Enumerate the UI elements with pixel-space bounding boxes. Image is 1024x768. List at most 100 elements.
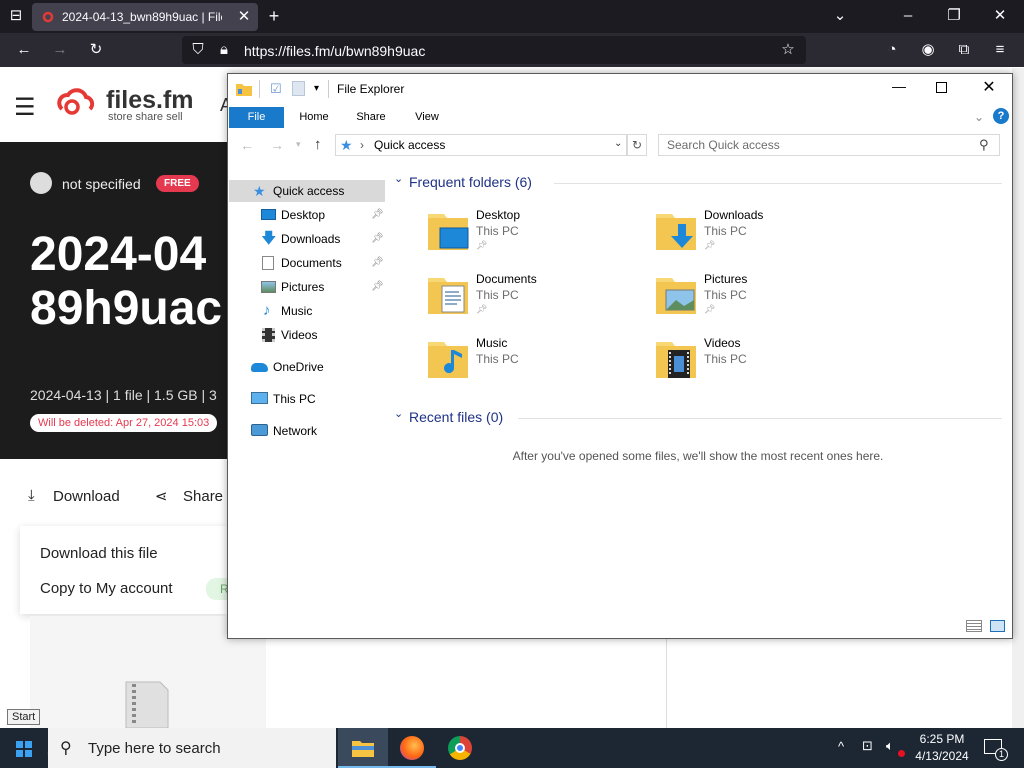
qat-dropdown-icon[interactable]: ▾	[314, 83, 319, 94]
collapse-chevron-icon[interactable]: ⌄	[394, 172, 403, 185]
large-icons-view-icon[interactable]	[990, 620, 1005, 632]
up-arrow-icon[interactable]: ↑	[314, 136, 322, 153]
url-text[interactable]: https://files.fm/u/bwn89h9uac	[244, 43, 425, 59]
share-icon[interactable]: ⋖	[155, 487, 168, 505]
pin-icon[interactable]: 📌︎	[371, 228, 384, 250]
nav-quick-access[interactable]: ★ Quick access	[229, 180, 385, 202]
page-scrollbar[interactable]	[1012, 68, 1024, 728]
filesfm-logo-icon[interactable]	[52, 87, 104, 121]
back-arrow-icon[interactable]: ←	[240, 137, 254, 153]
download-icon[interactable]: ⤓	[28, 487, 35, 504]
collapse-chevron-icon[interactable]: ⌄	[394, 407, 403, 420]
chevron-down-icon[interactable]: ⌄	[830, 6, 850, 26]
ribbon-tab-share[interactable]: Share	[348, 107, 394, 128]
pin-icon: 📌︎	[476, 240, 488, 250]
pin-icon[interactable]: 📌︎	[371, 252, 384, 274]
folder-tile-downloads[interactable]: Downloads This PC 📌︎	[654, 208, 854, 256]
folder-tile-videos[interactable]: Videos This PC	[654, 336, 854, 384]
nav-label: Downloads	[281, 232, 341, 246]
details-view-icon[interactable]	[966, 620, 982, 632]
share-button[interactable]: Share	[183, 488, 223, 505]
url-bar[interactable]: ⛉ 🔒︎ https://files.fm/u/bwn89h9uac ☆	[182, 36, 806, 64]
download-button[interactable]: Download	[53, 488, 120, 505]
reload-icon[interactable]: ↻	[86, 40, 106, 60]
recent-locations-icon[interactable]: ▾	[296, 139, 301, 150]
new-tab-icon[interactable]: +	[264, 6, 284, 26]
folder-tile-documents[interactable]: Documents This PC 📌︎	[426, 272, 626, 320]
divider	[666, 639, 667, 728]
close-icon[interactable]: ✕	[978, 77, 1000, 97]
account-icon[interactable]: ◉	[918, 40, 938, 60]
frequent-folders-header[interactable]: Frequent folders (6)	[409, 174, 532, 190]
lock-icon[interactable]: 🔒︎	[214, 40, 234, 60]
tab-list-icon[interactable]: ⊟	[6, 6, 26, 26]
refresh-icon[interactable]: ↻	[627, 134, 647, 156]
expand-ribbon-icon[interactable]: ⌄	[974, 110, 984, 124]
quick-access-star-icon: ★	[253, 183, 266, 199]
nav-item-documents[interactable]: Documents 📌︎	[229, 252, 385, 274]
taskbar-file-explorer[interactable]	[338, 728, 388, 768]
folder-tile-pictures[interactable]: Pictures This PC 📌︎	[654, 272, 854, 320]
restore-icon[interactable]: ❐	[944, 6, 964, 26]
nav-this-pc[interactable]: This PC	[229, 388, 385, 410]
volume-muted-icon[interactable]: 🔈︎	[886, 738, 894, 754]
address-text[interactable]: Quick access	[374, 138, 445, 152]
desktop-folder-icon	[428, 214, 469, 250]
help-icon[interactable]: ?	[993, 108, 1009, 124]
copy-to-account-item[interactable]: Copy to My account	[40, 580, 173, 597]
extension-timer-icon[interactable]: ◔	[882, 40, 902, 60]
properties-icon[interactable]: ☑	[270, 81, 282, 97]
back-arrow-icon[interactable]: ←	[14, 40, 34, 60]
nav-label: Documents	[281, 256, 342, 270]
owner-name: not specified	[62, 176, 141, 192]
clock-date[interactable]: 4/13/2024	[906, 749, 978, 763]
bookmark-star-icon[interactable]: ☆	[778, 40, 798, 60]
taskbar-search-box[interactable]: ⚲ Type here to search	[48, 728, 336, 768]
ribbon-tab-home[interactable]: Home	[291, 107, 337, 128]
pin-icon[interactable]: 📌︎	[371, 204, 384, 226]
recent-files-header[interactable]: Recent files (0)	[409, 409, 503, 425]
clock-time[interactable]: 6:25 PM	[912, 732, 972, 746]
taskbar-firefox[interactable]	[388, 728, 436, 768]
nav-item-pictures[interactable]: Pictures 📌︎	[229, 276, 385, 298]
folder-tile-desktop[interactable]: Desktop This PC 📌︎	[426, 208, 626, 256]
breadcrumb-chevron-icon: ›	[360, 138, 364, 152]
folder-name: Pictures	[704, 272, 748, 286]
nav-label: Pictures	[281, 280, 325, 294]
folder-tile-music[interactable]: Music This PC	[426, 336, 626, 384]
nav-item-downloads[interactable]: 🡇 Downloads 📌︎	[229, 228, 385, 250]
minimize-icon[interactable]: –	[898, 6, 918, 26]
address-bar[interactable]: ★ › Quick access ⌄	[335, 134, 627, 156]
menu-icon[interactable]: ≡	[990, 40, 1010, 60]
search-icon[interactable]: ⚲	[979, 137, 989, 153]
forward-arrow-icon[interactable]: →	[270, 137, 284, 153]
notification-count-badge: 1	[995, 748, 1008, 761]
download-this-file-item[interactable]: Download this file	[40, 545, 158, 562]
nav-item-music[interactable]: ♪ Music	[229, 300, 385, 322]
nav-onedrive[interactable]: OneDrive	[229, 356, 385, 378]
nav-network[interactable]: Network	[229, 420, 385, 442]
search-box[interactable]: Search Quick access ⚲	[658, 134, 1000, 156]
ribbon-tab-view[interactable]: View	[404, 107, 450, 128]
hamburger-menu-icon[interactable]: ☰	[14, 93, 36, 122]
close-window-icon[interactable]: ✕	[990, 6, 1010, 26]
new-folder-icon[interactable]	[292, 81, 305, 96]
extensions-icon[interactable]: ⧉	[954, 40, 974, 60]
forward-arrow-icon[interactable]: →	[50, 40, 70, 60]
taskbar-chrome[interactable]	[436, 728, 484, 768]
network-icon[interactable]: ⊡	[862, 738, 873, 754]
filesfm-favicon	[42, 11, 54, 23]
tray-chevron-up-icon[interactable]: ^	[838, 739, 844, 754]
downloads-folder-icon	[656, 214, 696, 250]
browser-tab[interactable]: 2024-04-13_bwn89h9uac | Files.f ✕	[32, 3, 258, 31]
tab-close-icon[interactable]: ✕	[234, 7, 254, 27]
minimize-icon[interactable]: —	[888, 78, 910, 94]
address-dropdown-icon[interactable]: ⌄	[614, 138, 622, 149]
maximize-icon[interactable]	[936, 82, 947, 93]
nav-item-videos[interactable]: Videos	[229, 324, 385, 346]
pin-icon[interactable]: 📌︎	[371, 276, 384, 298]
windows-start-icon[interactable]	[16, 741, 32, 757]
ribbon-tab-file[interactable]: File	[229, 107, 284, 128]
nav-item-desktop[interactable]: Desktop 📌︎	[229, 204, 385, 226]
shield-icon[interactable]: ⛉	[188, 40, 208, 60]
